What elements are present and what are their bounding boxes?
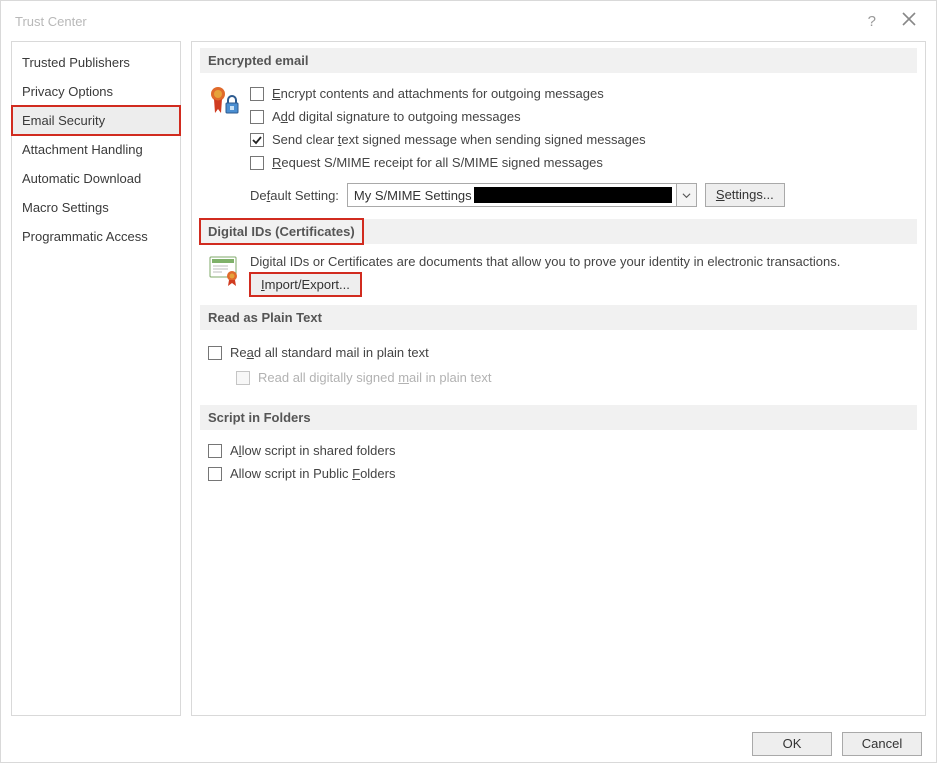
- section-encrypted-email-body: Encrypt contents and attachments for out…: [200, 73, 917, 219]
- cancel-button[interactable]: Cancel: [842, 732, 922, 756]
- section-encrypted-email: Encrypted email: [200, 48, 917, 73]
- close-icon[interactable]: [902, 12, 916, 30]
- sidebar-item-privacy-options[interactable]: Privacy Options: [12, 77, 180, 106]
- sidebar-item-automatic-download[interactable]: Automatic Download: [12, 164, 180, 193]
- section-script-folders-body: Allow script in shared folders Allow scr…: [200, 430, 917, 499]
- encrypted-row: Encrypt contents and attachments for out…: [208, 81, 909, 207]
- section-script-folders: Script in Folders: [200, 405, 917, 430]
- main-panel: Encrypted email: [191, 41, 926, 716]
- encrypt-label: Encrypt contents and attachments for out…: [272, 84, 604, 104]
- script-public-checkbox[interactable]: [208, 467, 222, 481]
- sidebar-item-macro-settings[interactable]: Macro Settings: [12, 193, 180, 222]
- default-setting-value: My S/MIME Settings: [354, 188, 472, 203]
- digital-ids-row: Digital IDs or Certificates are document…: [208, 252, 909, 293]
- sidebar-item-trusted-publishers[interactable]: Trusted Publishers: [12, 48, 180, 77]
- read-signed-plain-label: Read all digitally signed mail in plain …: [258, 368, 491, 388]
- digital-ids-col: Digital IDs or Certificates are document…: [250, 252, 909, 293]
- trust-center-dialog: Trust Center ? Trusted Publishers Privac…: [0, 0, 937, 763]
- section-plain-text-body: Read all standard mail in plain text Rea…: [200, 330, 917, 405]
- help-icon[interactable]: ?: [868, 13, 876, 30]
- smime-receipt-label: Request S/MIME receipt for all S/MIME si…: [272, 153, 603, 173]
- import-export-button[interactable]: Import/Export...: [250, 273, 361, 296]
- redacted-mask: [474, 187, 672, 203]
- cleartext-checkbox[interactable]: [250, 133, 264, 147]
- certificate-icon: [208, 254, 240, 288]
- digital-signature-checkbox[interactable]: [250, 110, 264, 124]
- ok-button[interactable]: OK: [752, 732, 832, 756]
- smime-receipt-checkbox[interactable]: [250, 156, 264, 170]
- default-setting-combo[interactable]: My S/MIME Settings: [347, 183, 697, 207]
- cleartext-label: Send clear text signed message when send…: [272, 130, 646, 150]
- read-signed-plain-checkbox: [236, 371, 250, 385]
- window-title: Trust Center: [11, 14, 868, 29]
- section-digital-ids-wrap: Digital IDs (Certificates): [200, 219, 917, 244]
- section-digital-ids: Digital IDs (Certificates): [200, 219, 363, 244]
- dialog-body: Trusted Publishers Privacy Options Email…: [1, 41, 936, 726]
- section-digital-ids-body: Digital IDs or Certificates are document…: [200, 244, 917, 305]
- sidebar: Trusted Publishers Privacy Options Email…: [11, 41, 181, 716]
- ribbon-lock-icon: [208, 83, 240, 117]
- sidebar-item-email-security[interactable]: Email Security: [12, 106, 180, 135]
- script-shared-label: Allow script in shared folders: [230, 441, 395, 461]
- section-plain-text: Read as Plain Text: [200, 305, 917, 330]
- window-icons: ?: [868, 12, 916, 30]
- button-bar: OK Cancel: [1, 726, 936, 762]
- chevron-down-icon[interactable]: [676, 184, 696, 206]
- read-plain-checkbox[interactable]: [208, 346, 222, 360]
- sidebar-item-attachment-handling[interactable]: Attachment Handling: [12, 135, 180, 164]
- default-setting-label: Default Setting:: [250, 188, 339, 203]
- digital-ids-desc: Digital IDs or Certificates are document…: [250, 254, 909, 269]
- default-setting-row: Default Setting: My S/MIME Settings Sett…: [250, 183, 909, 207]
- script-shared-checkbox[interactable]: [208, 444, 222, 458]
- encrypt-checkbox[interactable]: [250, 87, 264, 101]
- encrypted-options: Encrypt contents and attachments for out…: [250, 81, 909, 207]
- titlebar: Trust Center ?: [1, 1, 936, 41]
- sidebar-item-programmatic-access[interactable]: Programmatic Access: [12, 222, 180, 251]
- read-plain-label: Read all standard mail in plain text: [230, 343, 429, 363]
- script-public-label: Allow script in Public Folders: [230, 464, 395, 484]
- settings-button[interactable]: Settings...: [705, 183, 785, 207]
- digital-signature-label: Add digital signature to outgoing messag…: [272, 107, 521, 127]
